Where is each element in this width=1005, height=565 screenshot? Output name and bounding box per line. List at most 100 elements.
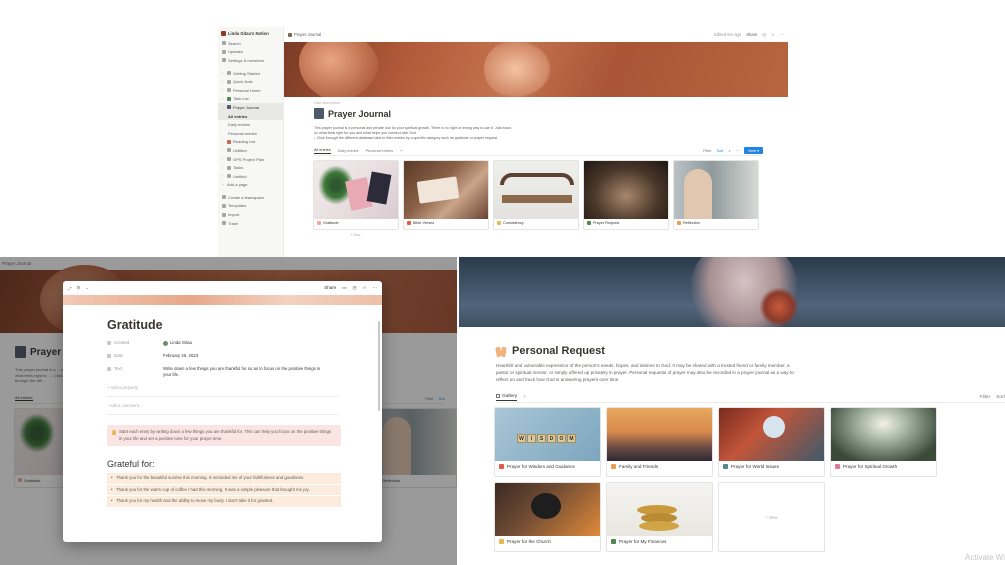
sidebar-label: OPS Project Plan: [233, 156, 265, 162]
sidebar-item-settings[interactable]: Settings & members: [218, 56, 283, 65]
add-view-icon[interactable]: +: [523, 395, 526, 400]
more-icon[interactable]: ⋯: [780, 32, 784, 37]
list-item[interactable]: Thank you for my health and the ability …: [107, 496, 341, 507]
add-property-button[interactable]: + Add a property: [107, 385, 338, 390]
clock-icon[interactable]: ◷: [353, 285, 357, 291]
gallery-card[interactable]: Gratitude: [313, 160, 399, 230]
letter-tile: W: [517, 434, 526, 443]
entry-title[interactable]: Gratitude: [107, 318, 338, 332]
property-text[interactable]: Text Write down a few things you are tha…: [107, 366, 338, 384]
tag-icon: [499, 539, 504, 544]
main-content: Prayer Journal Edited 6m ago Share ◷ ☆ ⋯…: [284, 27, 788, 257]
new-button[interactable]: New ▾: [744, 147, 763, 154]
sidebar-label: Getting Started: [233, 70, 260, 76]
hide-description-button[interactable]: Hide description: [314, 101, 788, 105]
list-item[interactable]: Thank you for the warm cup of coffee I h…: [107, 484, 341, 495]
layout-icon[interactable]: ⊟: [77, 285, 81, 291]
gallery-card[interactable]: Reflection: [673, 160, 759, 230]
personal-request-window: Personal Request Heartfelt and vulnerabl…: [459, 257, 1005, 565]
workspace-switcher[interactable]: Linda Gitau's Notion: [218, 27, 283, 39]
tab-daily-entries[interactable]: Daily entries: [338, 149, 359, 153]
sidebar-label: Search: [228, 40, 241, 46]
page-title-text[interactable]: Prayer Journal: [328, 109, 391, 119]
more-icon[interactable]: ⋯: [736, 148, 740, 153]
clock-icon[interactable]: ◷: [762, 32, 766, 37]
more-icon[interactable]: ⋯: [373, 285, 378, 291]
breadcrumb[interactable]: Prayer Journal: [288, 32, 321, 37]
view-tabs: All entries Daily entries Personal entri…: [314, 146, 763, 156]
card-image: [831, 408, 936, 461]
sidebar-item-personal-home[interactable]: › Personal Home: [218, 86, 283, 95]
callout-text[interactable]: Start each entry by writing down a few t…: [119, 429, 331, 441]
list-item[interactable]: Thank you for the beautiful sunrise this…: [107, 473, 341, 484]
sidebar-subitem-all-entries[interactable]: All entries: [218, 111, 283, 121]
gallery-card[interactable]: Bible Verses: [403, 160, 489, 230]
comment-input[interactable]: ◦ Add a comment...: [107, 403, 338, 408]
sidebar-item-trash[interactable]: Trash: [218, 219, 283, 228]
search-icon[interactable]: ⌕: [728, 149, 730, 153]
filter-button[interactable]: Filter: [980, 395, 991, 400]
gallery-card[interactable]: Prayer Request: [583, 160, 669, 230]
tab-gallery[interactable]: Gallery: [496, 394, 518, 401]
new-row-button[interactable]: + New: [350, 233, 788, 237]
card-label: Prayer for Spiritual Growth: [843, 464, 898, 469]
sidebar-item-create-teamspace[interactable]: Create a teamspace: [218, 193, 283, 202]
sidebar-item-reading-list[interactable]: › Reading List: [218, 138, 283, 147]
expand-icon[interactable]: ⤢: [68, 286, 72, 291]
comment-placeholder: Add a comment...: [109, 403, 143, 408]
page-title-text[interactable]: Personal Request: [512, 345, 605, 357]
tab-personal-entries[interactable]: Personal entries: [366, 149, 393, 153]
sidebar-item-untitled-2[interactable]: › Untitled: [218, 172, 283, 181]
gallery-card[interactable]: W I S D O M Prayer for Wisdom and Guidan…: [494, 407, 601, 477]
section-heading[interactable]: Grateful for:: [107, 459, 338, 469]
sidebar-subitem-personal-entries[interactable]: Personal entries: [218, 129, 283, 138]
card-label: Consistency: [503, 221, 524, 225]
gallery-card[interactable]: Family and Friends: [606, 407, 713, 477]
add-page-button[interactable]: + Add a page: [218, 181, 283, 190]
new-card-button[interactable]: + New: [718, 482, 825, 552]
card-label: Gratitude: [323, 221, 339, 225]
workspace-logo-icon: [221, 31, 226, 36]
filter-button[interactable]: Filter: [703, 149, 711, 153]
sidebar-label: Task List: [233, 96, 249, 102]
tag-icon: [317, 221, 321, 225]
sidebar-subitem-daily-entries[interactable]: Daily entries: [218, 120, 283, 129]
share-button[interactable]: Share: [746, 32, 757, 37]
sidebar-item-import[interactable]: Import: [218, 210, 283, 219]
sidebar-item-prayer-journal[interactable]: ⌄ Prayer Journal: [218, 103, 283, 112]
sidebar-item-templates[interactable]: Templates: [218, 202, 283, 211]
page-description[interactable]: Heartfelt and vulnerable expression of t…: [496, 362, 796, 383]
gallery-card[interactable]: Prayer for Spiritual Growth: [830, 407, 937, 477]
property-created[interactable]: Created Linda Gitau: [107, 340, 338, 353]
share-button[interactable]: Share: [324, 285, 336, 291]
sidebar-item-search[interactable]: Search: [218, 39, 283, 48]
comment-icon[interactable]: ▭: [342, 285, 346, 291]
sidebar-item-task-list[interactable]: › Task List: [218, 95, 283, 104]
sidebar-label: Personal Home: [233, 87, 261, 93]
sort-button[interactable]: Sort: [717, 149, 724, 153]
tab-all-entries[interactable]: All entries: [314, 148, 331, 154]
gallery-card[interactable]: Consistency: [493, 160, 579, 230]
tag-icon: [499, 464, 504, 469]
new-button-label: New: [748, 149, 757, 153]
sidebar-item-updates[interactable]: Updates: [218, 48, 283, 57]
sidebar-item-ops-project-plan[interactable]: › OPS Project Plan: [218, 155, 283, 164]
card-label: Prayer Request: [593, 221, 620, 225]
gallery-card[interactable]: Prayer for the Church: [494, 482, 601, 552]
star-icon[interactable]: ☆: [362, 285, 366, 291]
page-description: This prayer journal is a personal and pr…: [314, 126, 574, 141]
gallery-card[interactable]: Prayer for My Finances: [606, 482, 713, 552]
gallery-card[interactable]: Prayer for World Issues: [718, 407, 825, 477]
sidebar-item-quick-note[interactable]: › Quick Note: [218, 77, 283, 86]
chevron-down-icon[interactable]: ⌄: [85, 285, 89, 291]
gallery: Gratitude Bible Verses Consistency Praye…: [313, 160, 788, 230]
property-date[interactable]: Date February 26, 2023: [107, 353, 338, 366]
add-view-icon[interactable]: +: [400, 149, 402, 153]
wisdom-tiles: W I S D O M: [517, 434, 576, 443]
sidebar-item-untitled-1[interactable]: › Untitled: [218, 146, 283, 155]
star-icon[interactable]: ☆: [771, 32, 775, 37]
sidebar-item-tasks[interactable]: › Tasks: [218, 163, 283, 172]
sidebar-item-getting-started[interactable]: › Getting Started: [218, 69, 283, 78]
sort-button[interactable]: Sort: [996, 395, 1005, 400]
card-label: Reflection: [683, 221, 700, 225]
